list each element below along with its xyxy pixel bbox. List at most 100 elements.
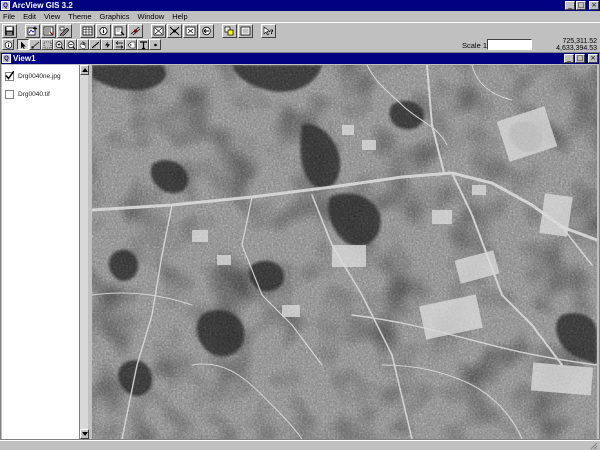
zoom-active-themes-icon: [169, 26, 180, 35]
theme-item[interactable]: Drg0040.tif: [2, 85, 80, 103]
edit-legend-icon: [59, 26, 70, 36]
coordinate-x: 725,311.52: [562, 38, 597, 45]
theme-properties-button[interactable]: [41, 23, 56, 38]
zoom-full-icon: [153, 26, 164, 35]
menu-theme[interactable]: Theme: [64, 12, 95, 22]
help-cursor-button[interactable]: ?: [261, 23, 276, 38]
menu-file[interactable]: File: [0, 12, 19, 22]
zoom-out-tool-button[interactable]: [65, 39, 77, 50]
select-by-theme-icon: [224, 26, 234, 35]
text-tool-button[interactable]: [137, 39, 149, 50]
app-title: ArcView GIS 3.2: [12, 1, 73, 10]
view-window-icon[interactable]: Q: [2, 54, 11, 63]
vertex-edit-icon: [31, 41, 39, 48]
draw-point-icon: [153, 43, 157, 46]
theme-label: Drg0040.tif: [18, 90, 50, 98]
svg-text:?: ?: [270, 29, 274, 36]
pointer-tool-icon: [20, 41, 26, 49]
menu-bar: File Edit View Theme Graphics Window Hel…: [0, 12, 600, 22]
help-cursor-icon: ?: [263, 25, 274, 36]
save-icon: [5, 26, 14, 35]
query-builder-icon: [114, 26, 125, 35]
coordinate-y: 4,633,394.53: [556, 45, 597, 52]
add-theme-icon: [27, 26, 37, 35]
view-maximize-button[interactable]: □: [575, 54, 585, 63]
view-minimize-button[interactable]: _: [564, 54, 574, 63]
draw-point-button[interactable]: [149, 39, 161, 50]
theme-list: Drg0040ne.jpg Drg0040.tif: [2, 67, 80, 103]
button-bar: ?: [0, 22, 600, 38]
maximize-button[interactable]: □: [576, 1, 586, 10]
menu-edit[interactable]: Edit: [19, 12, 40, 22]
select-by-theme-button[interactable]: [222, 23, 237, 38]
arrow-up-icon: [81, 68, 88, 72]
label-tool-button[interactable]: [125, 39, 137, 50]
open-attributes-icon: [82, 26, 93, 35]
save-button[interactable]: [2, 23, 17, 38]
zoom-previous-button[interactable]: [199, 23, 214, 38]
view-titlebar[interactable]: Q View1 _ □ ×: [1, 53, 599, 64]
theme-item[interactable]: Drg0040ne.jpg: [2, 67, 80, 85]
status-bar: [0, 440, 600, 450]
scale-label: Scale 1:: [462, 41, 490, 50]
zoom-in-tool-icon: [55, 40, 63, 49]
scale-input[interactable]: [487, 39, 532, 50]
scroll-up-button[interactable]: [80, 65, 89, 75]
area-of-interest-icon: [115, 40, 123, 49]
map-display[interactable]: [92, 65, 597, 439]
query-builder-button[interactable]: [112, 23, 127, 38]
identify-info-icon: [99, 26, 108, 35]
zoom-in-tool-button[interactable]: [53, 39, 65, 50]
identify-info-button[interactable]: [96, 23, 111, 38]
edit-legend-button[interactable]: [57, 23, 72, 38]
theme-label: Drg0040ne.jpg: [18, 72, 61, 80]
close-button[interactable]: ×: [589, 1, 599, 10]
cursor-coordinates: 725,311.52 4,633,394.53: [556, 38, 597, 52]
menu-help[interactable]: Help: [168, 12, 191, 22]
theme-properties-icon: [43, 26, 54, 35]
text-tool-icon: [139, 40, 147, 49]
toc-scrollbar[interactable]: [79, 65, 89, 439]
zoom-selected-button[interactable]: [183, 23, 198, 38]
menu-view[interactable]: View: [40, 12, 64, 22]
view-close-button[interactable]: ×: [588, 54, 598, 63]
arcview-app: Q ArcView GIS 3.2 _ □ × File Edit View T…: [0, 0, 600, 450]
area-of-interest-button[interactable]: [113, 39, 125, 50]
measure-tool-icon: [91, 41, 99, 48]
locate-address-button[interactable]: [128, 23, 143, 38]
zoom-previous-icon: [202, 26, 211, 35]
hotlink-icon: [104, 41, 110, 48]
label-tool-icon: [127, 41, 135, 48]
pan-hand-icon: [79, 41, 86, 49]
clear-selection-icon: [240, 26, 251, 35]
hotlink-button[interactable]: [101, 39, 113, 50]
arrow-down-icon: [81, 432, 88, 436]
zoom-active-themes-button[interactable]: [167, 23, 182, 38]
theme-visibility-checkbox[interactable]: [5, 89, 14, 99]
select-feature-icon: [43, 41, 51, 48]
menu-graphics[interactable]: Graphics: [96, 12, 134, 22]
minimize-button[interactable]: _: [565, 1, 575, 10]
view-title: View1: [13, 54, 36, 63]
identify-tool-button[interactable]: [2, 39, 14, 50]
zoom-out-tool-icon: [67, 40, 75, 49]
resize-grip-icon[interactable]: [590, 442, 598, 450]
locate-address-icon: [130, 26, 141, 35]
aerial-orthophoto-image: [92, 65, 597, 439]
select-feature-button[interactable]: [41, 39, 53, 50]
add-theme-button[interactable]: [25, 23, 40, 38]
arcview-app-icon[interactable]: Q: [1, 1, 10, 10]
zoom-full-button[interactable]: [151, 23, 166, 38]
vertex-edit-button[interactable]: [29, 39, 41, 50]
open-attributes-button[interactable]: [80, 23, 95, 38]
menu-window[interactable]: Window: [134, 12, 169, 22]
checkmark-icon: [5, 70, 14, 80]
pan-hand-button[interactable]: [77, 39, 89, 50]
scroll-down-button[interactable]: [80, 429, 89, 439]
app-titlebar[interactable]: Q ArcView GIS 3.2 _ □ ×: [0, 0, 600, 11]
theme-visibility-checkbox[interactable]: [5, 70, 14, 81]
view-window: Q View1 _ □ × Drg0040ne.jpg Drg0040.tif: [0, 52, 600, 440]
clear-selection-button[interactable]: [238, 23, 253, 38]
measure-tool-button[interactable]: [89, 39, 101, 50]
pointer-tool-button[interactable]: [17, 39, 29, 50]
